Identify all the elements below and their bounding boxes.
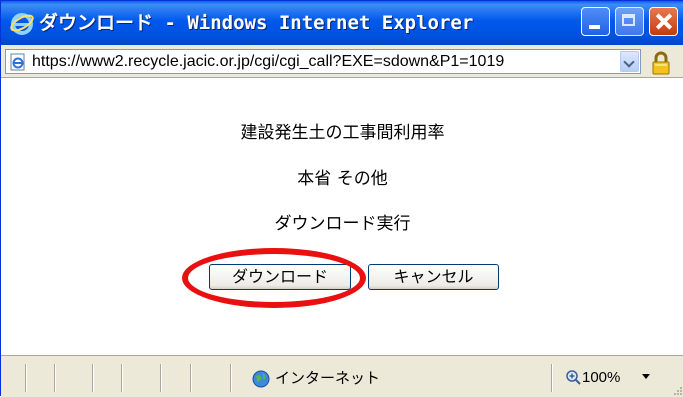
resize-grip-icon[interactable] (672, 385, 682, 395)
zoom-icon (566, 370, 581, 385)
status-divider (54, 364, 55, 392)
security-zone[interactable]: インターネット (275, 367, 380, 389)
maximize-button[interactable] (615, 7, 644, 36)
data-title: 建設発生土の工事間利用率 (240, 123, 445, 143)
globe-icon (252, 370, 270, 388)
url-dropdown-button[interactable] (620, 51, 639, 72)
browser-window: ダウンロード - Windows Internet Explorer https… (0, 0, 683, 397)
status-divider (121, 364, 122, 392)
status-divider (92, 364, 93, 392)
status-divider (25, 364, 26, 392)
address-field[interactable]: https://www2.recycle.jacic.or.jp/cgi/cgi… (5, 49, 641, 74)
close-button[interactable] (649, 7, 678, 36)
window-title: ダウンロード - Windows Internet Explorer (39, 12, 474, 34)
action-label: ダウンロード実行 (274, 214, 411, 234)
address-bar: https://www2.recycle.jacic.or.jp/cgi/cgi… (1, 45, 683, 78)
zoom-level[interactable]: 100% (582, 367, 620, 389)
status-divider (551, 364, 552, 392)
minimize-button[interactable] (581, 7, 610, 36)
page-content: 建設発生土の工事間利用率 本省 その他 ダウンロード実行 ダウンロード キャンセ… (1, 78, 683, 355)
ie-logo-icon (10, 13, 34, 35)
status-divider (230, 364, 231, 392)
cancel-button[interactable]: キャンセル (368, 264, 499, 290)
url-text[interactable]: https://www2.recycle.jacic.or.jp/cgi/cgi… (32, 50, 612, 73)
highlight-ellipse (182, 248, 366, 308)
status-divider (160, 364, 161, 392)
data-category: 本省 その他 (297, 169, 388, 189)
status-divider (190, 364, 191, 392)
title-bar[interactable]: ダウンロード - Windows Internet Explorer (1, 1, 683, 45)
zoom-dropdown-icon[interactable] (642, 374, 650, 379)
page-icon (10, 53, 25, 71)
status-bar: インターネット 100% (1, 355, 683, 397)
lock-icon[interactable] (649, 51, 673, 75)
